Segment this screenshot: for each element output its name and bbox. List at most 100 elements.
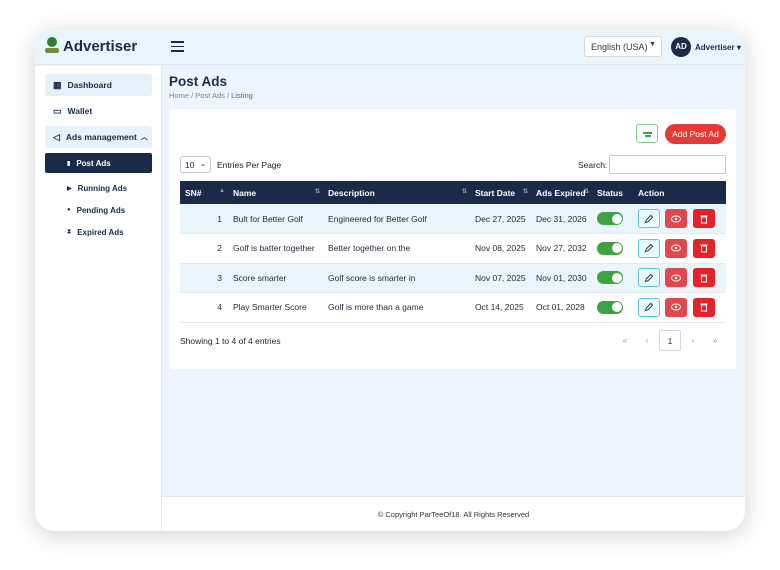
language-value: English (USA) — [591, 42, 648, 52]
sidebar-item-wallet[interactable]: ▭ Wallet — [45, 100, 152, 122]
hourglass-icon: ⧗ — [67, 228, 72, 235]
table-row: 4 Play Smarter Score Golf is more than a… — [180, 292, 726, 323]
cell-start-date: Oct 14, 2025 — [470, 292, 531, 323]
trash-icon — [700, 244, 708, 253]
column-action: Action — [633, 181, 726, 204]
last-page-button[interactable]: » — [704, 330, 726, 351]
column-status[interactable]: Status — [592, 181, 633, 204]
column-sn[interactable]: SN# ▲ — [180, 181, 228, 204]
sidebar-item-running-ads[interactable]: ▶ Running Ads — [45, 178, 152, 198]
sidebar-item-label: Expired Ads — [77, 227, 124, 237]
cell-description: Better together on the — [323, 233, 470, 264]
delete-button[interactable] — [692, 297, 715, 317]
file-icon: ▮ — [67, 160, 71, 167]
sidebar-item-label: Pending Ads — [76, 205, 126, 215]
sidebar-item-dashboard[interactable]: ▦ Dashboard — [45, 74, 152, 96]
status-toggle[interactable] — [597, 241, 623, 255]
next-page-button[interactable]: › — [682, 330, 704, 351]
edit-button[interactable] — [638, 268, 660, 288]
sidebar-item-expired-ads[interactable]: ⧗ Expired Ads — [45, 222, 152, 242]
add-post-ad-button[interactable]: Add Post Ad — [665, 124, 726, 144]
sidebar-item-label: Ads management — [65, 132, 137, 142]
cell-status — [592, 292, 633, 323]
sort-icon: ⇅ — [522, 189, 528, 195]
column-ads-expired[interactable]: Ads Expired ⇅ — [531, 181, 592, 204]
user-menu[interactable]: Advertiser ▾ — [695, 43, 741, 52]
cell-ads-expired: Nov 01, 2030 — [531, 263, 592, 293]
sort-icon: ⇅ — [314, 189, 320, 195]
cell-description: Golf score is smarter in — [323, 263, 470, 293]
cell-action — [633, 292, 726, 323]
table-row: 1 Bult for Better Golf Engineered for Be… — [180, 204, 726, 234]
sidebar-item-ads-management[interactable]: ◁ Ads management ︿ — [45, 126, 152, 148]
sort-icon: ⇅ — [461, 189, 467, 195]
sidebar-item-post-ads[interactable]: ▮ Post Ads — [45, 153, 152, 173]
cell-sn: 2 — [180, 233, 228, 264]
current-page-button[interactable]: 1 — [659, 330, 681, 351]
app-logo[interactable]: Advertiser — [45, 37, 137, 55]
status-toggle[interactable] — [597, 212, 623, 225]
status-toggle[interactable] — [597, 271, 623, 285]
delete-button[interactable] — [692, 268, 715, 288]
sidebar-item-label: Post Ads — [76, 158, 111, 168]
cell-action — [633, 204, 726, 234]
breadcrumb-home[interactable]: Home — [169, 91, 189, 100]
view-button[interactable] — [665, 268, 688, 288]
sidebar: ▦ Dashboard ▭ Wallet ◁ Ads management ︿ … — [35, 66, 162, 531]
view-button[interactable] — [665, 209, 688, 228]
status-toggle[interactable] — [597, 300, 623, 314]
app-window: Advertiser English (USA) ▼ AD Advertiser… — [35, 29, 745, 531]
cell-status — [592, 204, 633, 234]
table-header-row: SN# ▲ Name ⇅ Description ⇅ Start Date ⇅ Ads … — [180, 181, 726, 204]
view-button[interactable] — [665, 238, 688, 258]
eye-icon — [671, 303, 682, 311]
sidebar-item-label: Wallet — [67, 106, 93, 116]
edit-button[interactable] — [638, 297, 660, 317]
cell-start-date: Nov 08, 2025 — [470, 233, 531, 264]
sidebar-item-label: Running Ads — [77, 183, 128, 193]
view-button[interactable] — [665, 297, 688, 317]
eye-icon — [671, 244, 682, 252]
edit-button[interactable] — [638, 209, 660, 228]
edit-button[interactable] — [638, 238, 660, 258]
grid-icon: ▦ — [53, 79, 62, 90]
pencil-icon — [644, 214, 654, 223]
pin-icon: ● — [67, 207, 71, 213]
wallet-icon: ▭ — [53, 105, 62, 116]
prev-page-button[interactable]: ‹ — [636, 330, 658, 351]
table-row: 2 Golf is batter together Better togethe… — [180, 233, 726, 264]
chevron-down-icon: ⌄ — [200, 161, 206, 168]
search-label: Search: — [578, 160, 608, 170]
delete-button[interactable] — [692, 209, 715, 228]
filter-button[interactable] — [636, 124, 658, 143]
cell-name: Bult for Better Golf — [228, 204, 323, 234]
cell-name: Score smarter — [228, 263, 323, 293]
pencil-icon — [644, 303, 654, 312]
eye-icon — [671, 274, 682, 282]
megaphone-icon: ◁ — [53, 131, 60, 142]
cell-sn: 4 — [180, 292, 228, 323]
cell-status — [592, 233, 633, 264]
cell-ads-expired: Dec 31, 2026 — [531, 204, 592, 234]
breadcrumb-post-ads[interactable]: Post Ads — [195, 91, 225, 100]
showing-entries-text: Showing 1 to 4 of 4 entries — [180, 336, 281, 346]
column-description[interactable]: Description ⇅ — [323, 181, 470, 204]
delete-button[interactable] — [692, 238, 715, 258]
play-icon: ▶ — [67, 185, 72, 192]
search-input[interactable] — [609, 155, 726, 174]
breadcrumb: Home / Post Ads / Listing — [169, 91, 253, 100]
chevron-down-icon: ▾ — [736, 43, 741, 52]
column-start-date[interactable]: Start Date ⇅ — [470, 181, 531, 204]
sort-icon: ▲ — [219, 188, 225, 194]
cell-start-date: Dec 27, 2025 — [470, 204, 531, 234]
breadcrumb-current: Listing — [231, 91, 253, 100]
cell-status — [592, 263, 633, 293]
sidebar-item-pending-ads[interactable]: ● Pending Ads — [45, 200, 152, 220]
entries-per-page-select[interactable]: 10 ⌄ — [180, 156, 211, 173]
cell-name: Play Smarter Score — [228, 292, 323, 323]
language-select[interactable]: English (USA) ▼ — [584, 36, 662, 57]
menu-toggle-icon[interactable] — [171, 41, 184, 52]
first-page-button[interactable]: « — [614, 330, 636, 351]
column-name[interactable]: Name ⇅ — [228, 181, 323, 204]
avatar[interactable]: AD — [671, 37, 691, 57]
